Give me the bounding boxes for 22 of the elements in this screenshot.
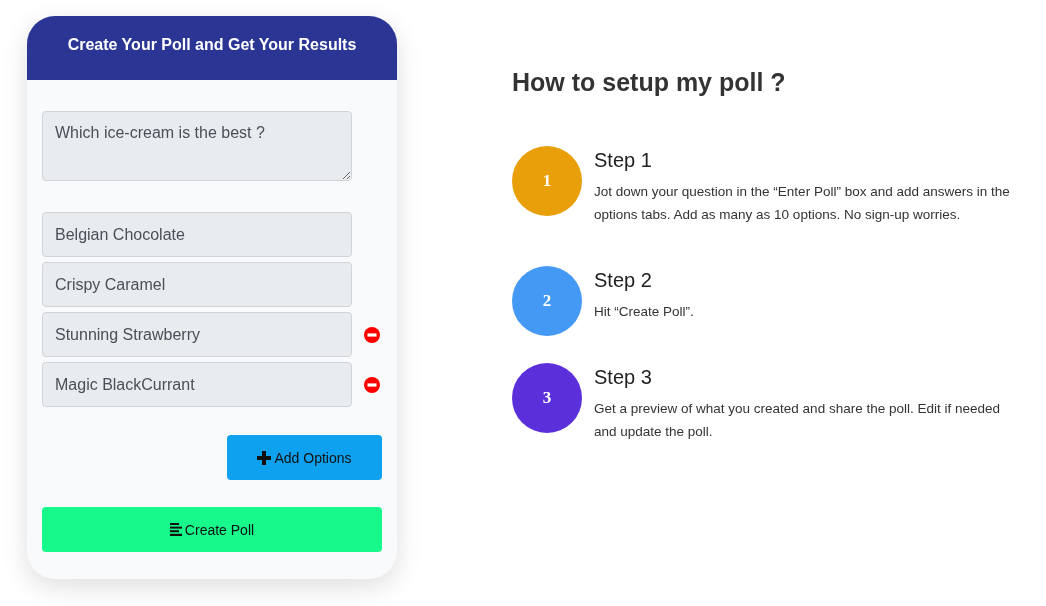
step-description: Jot down your question in the “Enter Poll” box and add answers in the options tabs. Add as many as 10 options. No sign-up worries.	[594, 183, 1011, 224]
step-number: 3	[542, 388, 552, 408]
remove-icon[interactable]	[364, 376, 380, 393]
step-number: 2	[542, 291, 552, 311]
option-field[interactable]: Belgian Chocolate	[42, 212, 352, 257]
step-number: 1	[542, 171, 552, 191]
option-field[interactable]: Magic BlackCurrant	[42, 362, 352, 407]
remove-icon[interactable]	[364, 326, 380, 343]
step-description: Hit “Create Poll”.	[594, 303, 695, 321]
step-title: Step 3	[594, 365, 653, 389]
step-title: Step 1	[594, 148, 653, 172]
guide-heading: How to setup my poll ?	[512, 67, 787, 98]
plus-icon	[257, 450, 272, 465]
option-field[interactable]: Crispy Caramel	[42, 262, 352, 307]
add-options-button[interactable]: Add Options	[227, 435, 382, 480]
question-field[interactable]: Which ice-cream is the best ?	[42, 111, 352, 181]
step-description: Get a preview of what you created and share the poll. Edit if needed and update the poll.	[594, 400, 1001, 441]
align-left-icon	[169, 523, 182, 536]
card-title: Create Your Poll and Get Your Results	[67, 35, 357, 55]
step-title: Step 2	[594, 268, 653, 292]
option-field[interactable]: Stunning Strawberry	[42, 312, 352, 357]
create-poll-button[interactable]: Create Poll	[42, 507, 382, 552]
